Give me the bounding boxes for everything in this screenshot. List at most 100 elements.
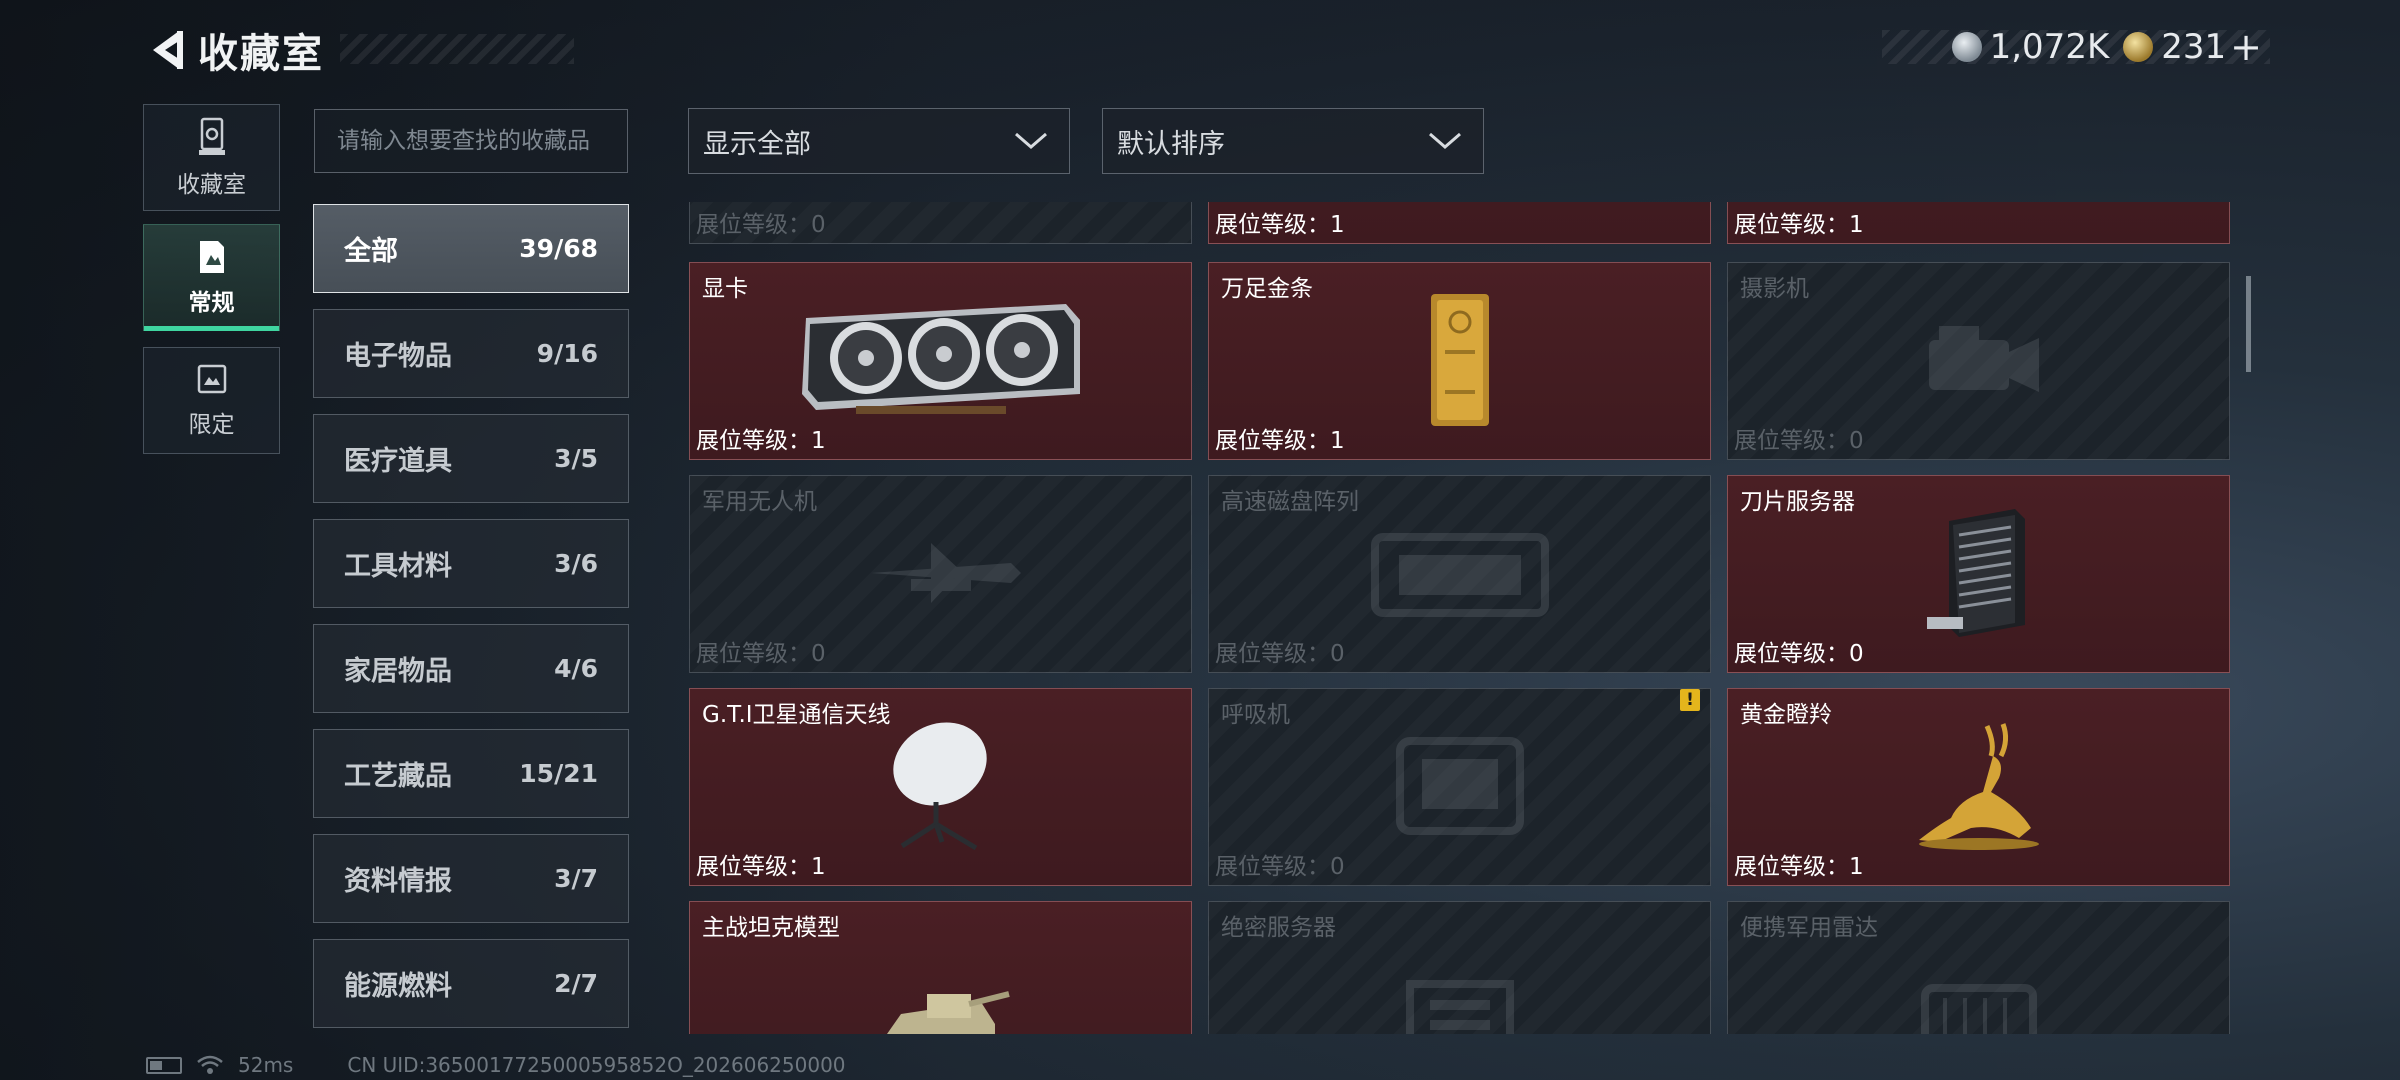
collection-card-secret-server[interactable]: 绝密服务器 [1208,901,1711,1034]
collection-card[interactable]: 展位等级：1 [1208,202,1711,244]
booth-level: 展位等级：0 [1734,428,1864,454]
category-count: 2/7 [554,969,598,998]
category-tools[interactable]: 工具材料 3/6 [313,519,629,608]
header: 收藏室 [140,22,324,78]
category-crafts[interactable]: 工艺藏品 15/21 [313,729,629,818]
collection-card[interactable]: 展位等级：0 [689,202,1192,244]
gold-currency: 231 + [2123,25,2262,69]
collection-room-icon [198,117,225,155]
collection-card-gpu[interactable]: 显卡 展位等级：1 [689,262,1192,460]
collection-card-camera[interactable]: 摄影机 展位等级：0 [1727,262,2230,460]
chevron-down-icon [1429,132,1461,149]
chevron-down-icon [1015,132,1047,149]
category-all[interactable]: 全部 39/68 [313,204,629,293]
drone-icon [870,543,1021,603]
collection-grid: 展位等级：0 展位等级：1 展位等级：1 显卡 展位等级：1 万足金条 展位等级… [687,202,2232,1034]
booth-level: 展位等级：1 [1215,212,1345,238]
category-count: 3/6 [554,549,598,578]
category-list: 全部 39/68 电子物品 9/16 医疗道具 3/5 工具材料 3/6 家居物… [313,204,629,1044]
limited-icon [197,364,226,393]
booth-level: 展位等级：1 [1734,212,1864,238]
collection-card[interactable]: 展位等级：1 [1727,202,2230,244]
silver-currency: 1,072K [1951,27,2110,67]
battery-icon [146,1056,182,1074]
side-tab-label: 常规 [188,289,235,316]
ventilator-icon [1395,737,1524,835]
category-intel[interactable]: 资料情报 3/7 [313,834,629,923]
gold-coin-icon [2123,32,2154,62]
blade-server-icon [1926,509,2025,637]
ping-value: 52ms [238,1053,294,1077]
back-button[interactable] [140,22,190,78]
secret-server-icon [1405,980,1514,1034]
display-filter-value: 显示全部 [703,128,811,160]
booth-level: 展位等级：1 [1734,854,1864,880]
collection-card-satellite-dish[interactable]: G.T.I卫星通信天线 展位等级：1 [689,688,1192,886]
category-name: 能源燃料 [344,971,452,1002]
category-count: 9/16 [536,339,598,368]
gold-amount: 231 [2161,27,2227,67]
user-uid: CN UID:3650017725000595852O_202606250000 [347,1053,846,1077]
portable-radar-icon [1920,984,2037,1034]
satellite-dish-icon [892,722,987,851]
collection-card-ventilator[interactable]: 呼吸机 ! 展位等级：0 [1208,688,1711,886]
tank-model-icon [886,991,1010,1034]
side-tab-regular[interactable]: 常规 [143,224,280,331]
category-count: 3/5 [554,444,598,473]
grid-scrollbar[interactable] [2246,276,2251,372]
category-name: 家居物品 [344,656,452,687]
collection-card-disk-array[interactable]: 高速磁盘阵列 展位等级：0 [1208,475,1711,673]
category-count: 3/7 [554,864,598,893]
collection-card-drone[interactable]: 军用无人机 展位等级：0 [689,475,1192,673]
search-input[interactable] [337,128,605,154]
warning-badge: ! [1680,689,1700,711]
gold-bar-icon [1430,294,1489,426]
page-title: 收藏室 [198,31,324,77]
category-name: 医疗道具 [344,446,452,477]
booth-level: 展位等级：0 [1215,641,1345,667]
booth-level: 展位等级：0 [1734,641,1864,667]
sort-value: 默认排序 [1117,128,1225,160]
collection-card-portable-radar[interactable]: 便携军用雷达 [1727,901,2230,1034]
title-decoration [340,34,574,64]
category-count: 39/68 [519,234,598,263]
booth-level: 展位等级：0 [696,212,826,238]
side-tab-label: 限定 [188,411,235,438]
category-household[interactable]: 家居物品 4/6 [313,624,629,713]
category-name: 工具材料 [344,551,452,582]
booth-level: 展位等级：0 [696,641,826,667]
category-name: 全部 [344,236,398,267]
display-filter-dropdown[interactable]: 显示全部 [688,108,1070,174]
golden-gazelle-icon [1918,723,2039,850]
booth-level: 展位等级：1 [696,428,826,454]
category-count: 15/21 [519,759,598,788]
category-electronics[interactable]: 电子物品 9/16 [313,309,629,398]
category-count: 4/6 [554,654,598,683]
category-name: 工艺藏品 [344,761,452,792]
silver-coin-icon [1951,32,1982,62]
category-name: 电子物品 [344,341,452,372]
search-box[interactable] [314,109,628,173]
silver-amount: 1,072K [1989,27,2110,67]
collection-card-tank-model[interactable]: 主战坦克模型 [689,901,1192,1034]
currency-bar: 1,072K 231 + [1881,25,2270,69]
booth-level: 展位等级：1 [1215,428,1345,454]
booth-level: 展位等级：1 [696,854,826,880]
wifi-icon [197,1055,223,1074]
category-medical[interactable]: 医疗道具 3/5 [313,414,629,503]
booth-level: 展位等级：0 [1215,854,1345,880]
category-energy[interactable]: 能源燃料 2/7 [313,939,629,1028]
side-tab-label: 收藏室 [177,171,246,198]
add-currency-button[interactable]: + [2230,25,2262,69]
disk-array-icon [1370,533,1549,617]
gpu-icon [801,304,1080,414]
category-name: 资料情报 [344,866,452,897]
collection-card-golden-gazelle[interactable]: 黄金瞪羚 展位等级：1 [1727,688,2230,886]
side-tab-limited[interactable]: 限定 [143,347,280,454]
side-tab-collection-room[interactable]: 收藏室 [143,104,280,211]
sort-dropdown[interactable]: 默认排序 [1102,108,1484,174]
collection-card-gold-bar[interactable]: 万足金条 展位等级：1 [1208,262,1711,460]
collection-card-blade-server[interactable]: 刀片服务器 展位等级：0 [1727,475,2230,673]
status-footer: 52ms CN UID:3650017725000595852O_2026062… [146,1052,846,1078]
back-arrow-icon [153,31,183,69]
